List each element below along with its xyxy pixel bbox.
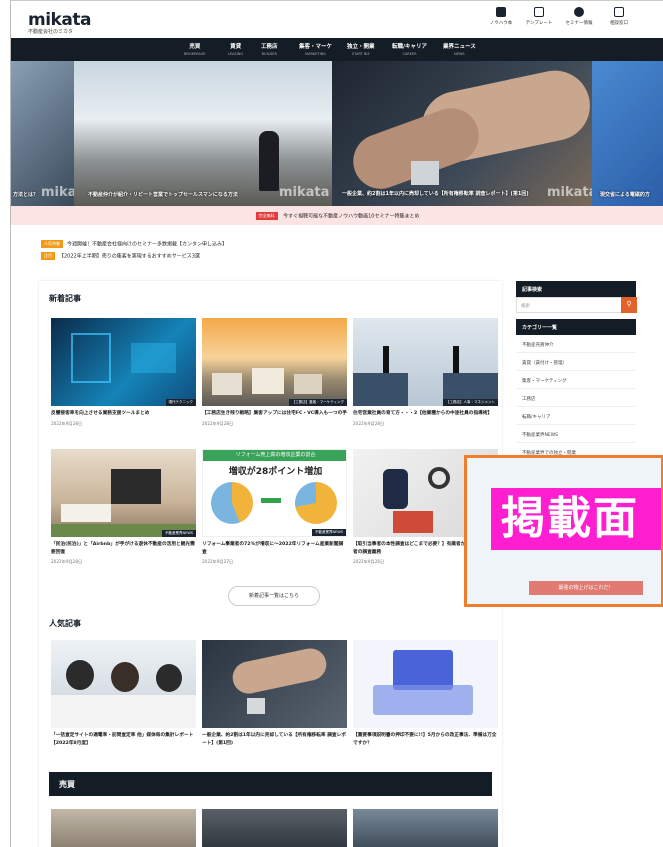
hero-house-model-image — [411, 161, 439, 185]
nav-brokerage[interactable]: 売買 BROKERAGE — [184, 42, 206, 56]
article-card[interactable]: 【重要事項説明書の押印不要に!!】5月からの改正事法、準備は万全ですか？ — [353, 640, 498, 747]
main-nav: 売買 BROKERAGE 賃貸 LEASING 工務店 BUILDER 集客・マーケ M… — [11, 38, 663, 61]
article-card[interactable]: 不動産業界NEWS 「民泊(民泊)」と「Airbnb」が手がける遊休不動産の活用… — [51, 449, 196, 565]
notice-tag: 完全無料 — [255, 212, 278, 220]
article-thumbnail[interactable]: 【工務店】集客・マーケティング — [202, 318, 347, 406]
arrow-icon — [261, 498, 281, 503]
search-icon: ⚲ — [626, 300, 632, 308]
hero-slide[interactable]: 現交省による電磁的方 — [592, 61, 663, 206]
news-ticker-item[interactable]: 注目 【2022年上半期】売りの集客を実現するおすすめサービス3選 — [41, 252, 441, 260]
sidebar-category-item[interactable]: 賃貸（賃付け・管理） — [516, 353, 636, 371]
article-thumbnail[interactable] — [202, 809, 347, 847]
search-button[interactable]: ⚲ — [621, 297, 637, 313]
article-thumbnail[interactable] — [51, 640, 196, 728]
article-card[interactable]: 【工務店】人事・マネジメント 住宅営業社員の育て方・・・2【他業種からの中途社員… — [353, 318, 498, 427]
people-icon — [574, 7, 584, 17]
nav-builder[interactable]: 工務店 BUILDER — [261, 42, 278, 56]
browser-frame: mikata 不動産会社のミカタ ノウハウ本 テンプレート セミナー情報 相談窓… — [10, 0, 663, 847]
sidebar-category-item[interactable]: 不動産売買仲介 — [516, 335, 636, 353]
section-title-new: 新着記事 — [49, 294, 81, 303]
more-articles-button[interactable]: 新着記事一覧はこちら — [228, 586, 320, 606]
category-bar-brokerage[interactable]: 売買 — [49, 772, 492, 796]
article-thumbnail[interactable] — [353, 640, 498, 728]
article-thumbnail[interactable]: リフォーム売上高の増収企業の割合 増収が28ポイント増加 不動産業界NEWS — [202, 449, 347, 537]
article-thumbnail[interactable] — [353, 809, 498, 847]
nav-career[interactable]: 転職/キャリア CAREER — [392, 42, 427, 56]
chart-headline: リフォーム売上高の増収企業の割合 — [203, 450, 346, 461]
ad-label: 掲載面 — [491, 488, 661, 550]
util-link-knowhow[interactable]: ノウハウ本 — [481, 7, 521, 26]
category-heading: カテゴリー一覧 — [516, 319, 636, 335]
search-heading: 記事検索 — [516, 281, 636, 297]
site-tagline: 不動産会社のミカタ — [28, 29, 74, 35]
article-thumbnail[interactable]: 現代テクニック — [51, 318, 196, 406]
news-ticker-item[interactable]: 人気特集 今週開催！不動産会社様向けのセミナー多数掲載【カンタン申し込み】 — [41, 240, 441, 248]
ad-cta[interactable]: 最強の物上げはこれだ！ — [529, 581, 643, 595]
util-link-template[interactable]: テンプレート — [519, 7, 559, 26]
article-thumbnail[interactable] — [51, 809, 196, 847]
nav-startbiz[interactable]: 独立・開業 START BIZ — [347, 42, 375, 56]
pie-chart-right — [295, 482, 337, 524]
notice-banner[interactable]: 完全無料 今すぐ視聴可能な不動産ノウハウ動画10セミナー特集まとめ — [11, 206, 663, 225]
book-icon — [496, 7, 506, 17]
nav-marketing[interactable]: 集客・マーケ MARKETING — [299, 42, 332, 56]
sidebar-category-item[interactable]: 転職/キャリア — [516, 407, 636, 425]
article-thumbnail[interactable] — [202, 640, 347, 728]
article-card[interactable]: 「一括査定サイトの適電率・訪問査定率 他」媒体毎の集計レポート【2022年8月度… — [51, 640, 196, 747]
section-title-popular: 人気記事 — [49, 619, 81, 628]
nav-leasing[interactable]: 賃貸 LEASING — [228, 42, 243, 56]
nav-news[interactable]: 業界ニュース NEWS — [443, 42, 476, 56]
main-content: 新着記事 現代テクニック 反響接客率を向上させる業務支援ツールまとめ 2022年… — [39, 281, 502, 847]
util-link-seminar[interactable]: セミナー情報 — [559, 7, 599, 26]
hero-watermark: mikata — [547, 185, 598, 200]
article-card[interactable]: リフォーム売上高の増収企業の割合 増収が28ポイント増加 不動産業界NEWS リ… — [202, 449, 347, 565]
article-card[interactable]: 現代テクニック 反響接客率を向上させる業務支援ツールまとめ 2022年9月28日 — [51, 318, 196, 427]
sidebar-category-item[interactable]: 集客・マーケティング — [516, 371, 636, 389]
chart-big-text: 増収が28ポイント増加 — [228, 467, 323, 477]
sidebar: 記事検索 検索 ⚲ カテゴリー一覧 不動産売買仲介 賃貸（賃付け・管理） 集客・… — [516, 281, 637, 461]
hero-watermark: mikata — [279, 185, 330, 200]
ad-placement[interactable]: 掲載面 最強の物上げはこれだ！ — [464, 455, 663, 607]
sidebar-category-item[interactable]: 工務店 — [516, 389, 636, 407]
article-thumbnail[interactable]: 【工務店】人事・マネジメント — [353, 318, 498, 406]
hero-slide[interactable]: 方法とは？ mikata — [11, 61, 91, 206]
hero-carousel[interactable]: 方法とは？ mikata 不動産仲介が紹介・リピート営業でトップセールスマンにな… — [11, 61, 663, 206]
notice-text: 今すぐ視聴可能な不動産ノウハウ動画10セミナー特集まとめ — [283, 213, 420, 220]
search-input[interactable]: 検索 — [516, 297, 636, 313]
site-logo[interactable]: mikata — [28, 10, 91, 30]
hero-businessman-image — [259, 131, 279, 191]
util-link-consult[interactable]: 相談窓口 — [599, 7, 639, 26]
pie-chart-left — [211, 482, 253, 524]
article-card[interactable]: 一般企業、約2割は1年以内に売却している【所有権移転率 調査レポート】(第1回) — [202, 640, 347, 747]
article-thumbnail[interactable]: 不動産業界NEWS — [51, 449, 196, 537]
document-icon — [534, 7, 544, 17]
monitor-icon — [614, 7, 624, 17]
sidebar-category-item[interactable]: 不動産業界NEWS — [516, 425, 636, 443]
site-header: mikata 不動産会社のミカタ ノウハウ本 テンプレート セミナー情報 相談窓… — [11, 1, 663, 38]
article-card[interactable]: 【工務店】集客・マーケティング 【工務店生き残り戦略】集客アップには住宅FC・V… — [202, 318, 347, 427]
